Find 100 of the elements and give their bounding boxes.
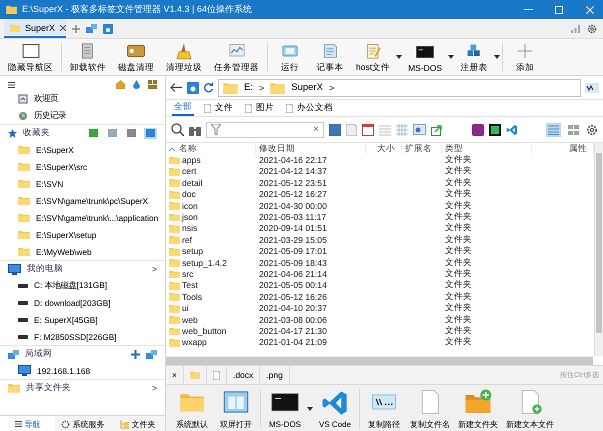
favorite-item[interactable]: E:\SuperX [0, 141, 165, 158]
nav-item[interactable]: 历史记录 [0, 107, 165, 124]
settings-icon[interactable] [586, 124, 598, 136]
toolbar-button[interactable]: 添加 [505, 40, 546, 74]
action-button[interactable]: 新建文件夹 [454, 388, 502, 430]
file-icon [204, 104, 211, 112]
folder-icon[interactable] [103, 24, 113, 34]
caret-icon[interactable] [494, 55, 500, 59]
action-button[interactable]: 系统默认 [170, 388, 214, 430]
window-icon[interactable] [413, 124, 426, 135]
action-button[interactable]: VS Code [313, 388, 357, 428]
column-header[interactable]: 类型 [445, 142, 463, 154]
caret-icon[interactable] [448, 55, 454, 59]
tab[interactable]: 系统服务 [55, 416, 110, 431]
toolbar-button[interactable]: MS-DOS [402, 42, 448, 72]
toolbar-button[interactable]: 卸载软件 [64, 40, 112, 74]
file-name: nsis [182, 223, 198, 234]
caret-icon[interactable] [307, 406, 313, 410]
column-header[interactable]: 修改日期 [259, 142, 295, 154]
favorite-item[interactable]: E:\SuperX\src [0, 158, 165, 175]
bar-chart-icon[interactable] [570, 24, 581, 33]
plus-icon[interactable] [131, 350, 140, 358]
caret-icon[interactable] [396, 55, 402, 59]
code-editor-icon[interactable] [506, 124, 518, 136]
action-button[interactable]: 新建文本文件 [502, 388, 558, 430]
filter-tab[interactable]: 文件 [202, 100, 235, 116]
toolbar-button[interactable]: 运行 [270, 40, 310, 74]
view-mode-button[interactable] [546, 122, 561, 136]
toolbar-button[interactable]: 注册表 [454, 40, 494, 74]
network-icon[interactable] [146, 350, 157, 358]
toolbar-button[interactable]: host文件 [350, 40, 396, 74]
toolbar-button[interactable]: 隐藏导航区 [2, 40, 59, 74]
menu-icon[interactable] [8, 82, 15, 88]
code-editor-icon [321, 388, 349, 416]
filter-tab[interactable]: 办公文档 [284, 100, 335, 116]
toolbar-button[interactable]: 任务管理器 [208, 40, 265, 74]
favorite-item[interactable]: E:\SVN\game\trunk\pc\SuperX [0, 192, 165, 209]
action-button[interactable]: MS-DOS [263, 388, 307, 428]
favorite-item[interactable]: E:\MyWeb\web [0, 243, 165, 260]
computer-icon[interactable] [86, 24, 97, 33]
scrollbar[interactable] [166, 356, 593, 365]
nav-item[interactable]: 欢迎页 [0, 90, 165, 107]
column-header[interactable]: 名称 [179, 142, 197, 154]
filter-tab[interactable]: 全部 [172, 100, 194, 116]
favorite-item[interactable]: E:\SVN [0, 175, 165, 192]
back-icon[interactable] [170, 82, 183, 93]
toolbar-button[interactable]: 记事本 [310, 40, 350, 74]
column-header[interactable]: 扩展名 [405, 142, 432, 154]
drive-item[interactable]: E: SuperX[45GB] [0, 311, 165, 328]
refresh-icon[interactable] [203, 82, 214, 93]
app-icon[interactable] [472, 124, 484, 136]
drive-item[interactable]: C: 本地磁盘[131GB] [0, 277, 165, 294]
action-button[interactable]: 复制路径 [362, 388, 406, 430]
action-button[interactable]: 双屏打开 [214, 388, 258, 430]
image-icon[interactable] [329, 124, 341, 136]
list-icon[interactable] [379, 124, 391, 136]
view-button[interactable] [106, 128, 119, 138]
search-icon[interactable] [171, 123, 184, 136]
view-button[interactable] [125, 128, 138, 138]
table-cell: 2021-01-04 21:09 [259, 337, 327, 348]
action-button[interactable]: 复制文件名 [406, 388, 454, 430]
drive-item[interactable]: F: M2850SSD[226GB] [0, 328, 165, 345]
tab[interactable]: 文件夹 [110, 416, 165, 431]
minimize-icon[interactable] [524, 9, 532, 10]
address-bar[interactable]: E: > SuperX > [218, 78, 581, 96]
column-header[interactable]: 大小 [377, 142, 395, 154]
network-item[interactable]: 192.168.1.168 [0, 362, 165, 379]
close-icon[interactable] [60, 24, 66, 30]
view-mode-button[interactable] [566, 122, 581, 136]
scrollbar[interactable] [594, 143, 603, 356]
column-header[interactable]: 属性 [569, 142, 587, 154]
app-icon[interactable] [488, 124, 500, 136]
filter-field[interactable]: × [206, 122, 324, 138]
settings-icon[interactable] [587, 24, 597, 34]
toolbar-button[interactable]: 磁盘清理 [112, 40, 160, 74]
filter-tab[interactable]: 图片 [243, 100, 276, 116]
chevron[interactable]: > [152, 264, 157, 274]
view-button[interactable] [87, 128, 100, 138]
sort-icon[interactable] [169, 146, 175, 150]
maximize-icon[interactable] [555, 6, 563, 14]
folder-icon[interactable] [187, 82, 199, 94]
tab[interactable]: 导航 [0, 416, 55, 431]
house-icon[interactable] [116, 80, 125, 89]
favorite-item[interactable]: E:\SVN\game\trunk\...\application [0, 209, 165, 226]
plus-icon[interactable] [72, 24, 80, 32]
view-button[interactable] [144, 128, 157, 138]
share-icon[interactable] [431, 124, 443, 136]
toolbar-button[interactable]: 清理垃圾 [160, 40, 208, 74]
favorite-item[interactable]: E:\SuperX\setup [0, 226, 165, 243]
document-icon[interactable] [346, 124, 357, 136]
tab[interactable]: SuperX [4, 19, 66, 38]
clear-button[interactable]: × [313, 124, 319, 135]
breadcrumb[interactable]: E: [223, 82, 253, 94]
drop-icon[interactable] [133, 80, 140, 89]
grid-icon[interactable] [148, 80, 157, 89]
breadcrumb[interactable]: SuperX [270, 82, 323, 94]
text-icon[interactable] [585, 82, 599, 92]
calendar-icon[interactable] [362, 124, 374, 136]
chevron[interactable]: > [152, 383, 157, 393]
drive-item[interactable]: D: download[203GB] [0, 294, 165, 311]
